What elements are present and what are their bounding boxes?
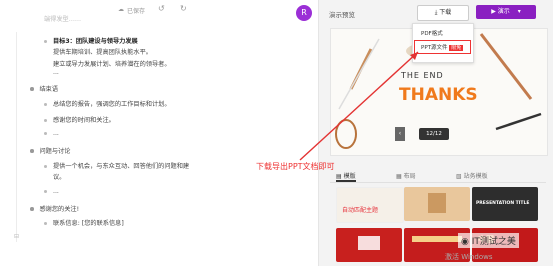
annotation-text: 下载导出PPT文档即可 <box>256 162 335 171</box>
wechat-watermark: ◉ IT测试之美 <box>458 233 519 248</box>
annotation-arrow <box>299 51 419 161</box>
windows-watermark: 激活 Windows <box>445 253 493 261</box>
wechat-icon: ◉ <box>461 237 469 247</box>
